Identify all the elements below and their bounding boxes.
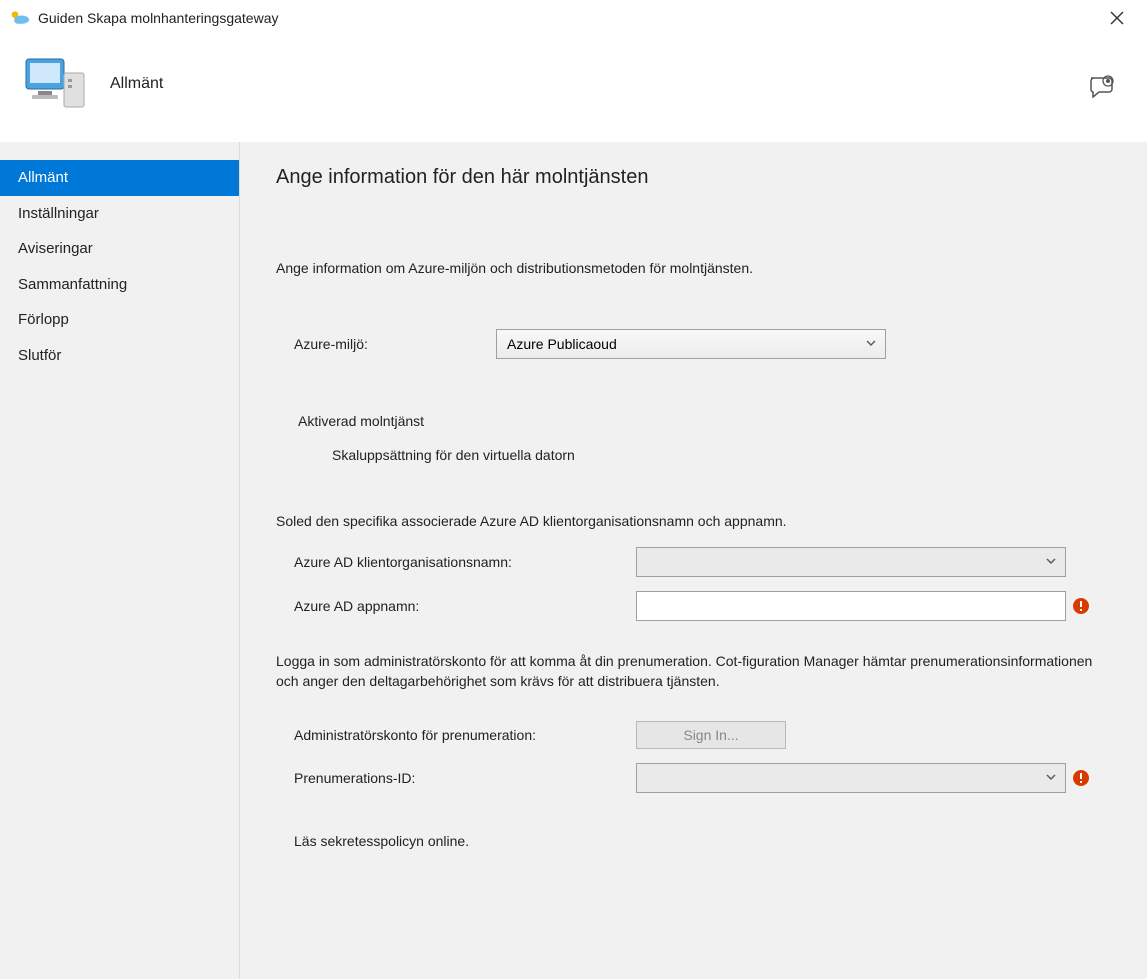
privacy-link[interactable]: Läs sekretesspolicyn online. xyxy=(276,833,1111,849)
sidebar-item-installningar[interactable]: Inställningar xyxy=(0,196,239,232)
titlebar: Guiden Skapa molnhanteringsgateway xyxy=(0,0,1147,34)
sidebar-item-sammanfattning[interactable]: Sammanfattning xyxy=(0,267,239,303)
scale-set-label: Skaluppsättning för den virtuella datorn xyxy=(276,447,1111,463)
sidebar-item-label: Inställningar xyxy=(18,205,99,222)
sidebar-item-label: Aviseringar xyxy=(18,240,93,257)
wizard-content: Ange information för den här molntjänste… xyxy=(240,142,1147,979)
tenant-select[interactable] xyxy=(636,547,1066,577)
login-text: Logga in som administratörskonto för att… xyxy=(276,651,1111,692)
enabled-service-label: Aktiverad molntjänst xyxy=(276,413,1111,429)
header-title: Allmänt xyxy=(110,75,163,93)
appname-label: Azure AD appnamn: xyxy=(276,598,636,614)
computer-icon xyxy=(20,49,90,119)
error-icon xyxy=(1072,597,1090,615)
sidebar-item-forlopp[interactable]: Förlopp xyxy=(0,302,239,338)
azure-env-label: Azure-miljö: xyxy=(276,336,496,352)
sidebar-item-label: Slutför xyxy=(18,347,61,364)
sign-in-label: Sign In... xyxy=(683,727,738,743)
wizard-header: Allmänt xyxy=(0,34,1147,142)
privacy-link-label: Läs sekretesspolicyn online. xyxy=(294,833,469,849)
sidebar-item-label: Sammanfattning xyxy=(18,276,127,293)
subscription-id-label: Prenumerations-ID: xyxy=(276,770,636,786)
error-icon xyxy=(1072,769,1090,787)
azure-env-value: Azure Publicaoud xyxy=(507,336,617,352)
admin-account-label: Administratörskonto för prenumeration: xyxy=(276,727,636,743)
sidebar-item-allmant[interactable]: Allmänt xyxy=(0,160,239,196)
wizard-sidebar: Allmänt Inställningar Aviseringar Samman… xyxy=(0,142,240,979)
sidebar-item-label: Allmänt xyxy=(18,169,68,186)
chevron-down-icon xyxy=(865,336,877,352)
sign-in-button[interactable]: Sign In... xyxy=(636,721,786,749)
window-title: Guiden Skapa molnhanteringsgateway xyxy=(38,10,279,26)
sidebar-item-label: Förlopp xyxy=(18,311,69,328)
sidebar-item-aviseringar[interactable]: Aviseringar xyxy=(0,231,239,267)
help-icon[interactable] xyxy=(1089,74,1117,98)
intro-text: Ange information om Azure-miljön och dis… xyxy=(276,259,1111,279)
subscription-id-select[interactable] xyxy=(636,763,1066,793)
close-button[interactable] xyxy=(1097,4,1137,32)
tenant-label: Azure AD klientorganisationsnamn: xyxy=(276,554,636,570)
cloud-wizard-icon xyxy=(10,10,30,26)
page-title: Ange information för den här molntjänste… xyxy=(276,166,1111,189)
chevron-down-icon xyxy=(1045,554,1057,570)
chevron-down-icon xyxy=(1045,770,1057,786)
soled-text: Soled den specifika associerade Azure AD… xyxy=(276,511,1111,531)
appname-input[interactable] xyxy=(636,591,1066,621)
sidebar-item-slutfor[interactable]: Slutför xyxy=(0,338,239,374)
azure-env-select[interactable]: Azure Publicaoud xyxy=(496,329,886,359)
